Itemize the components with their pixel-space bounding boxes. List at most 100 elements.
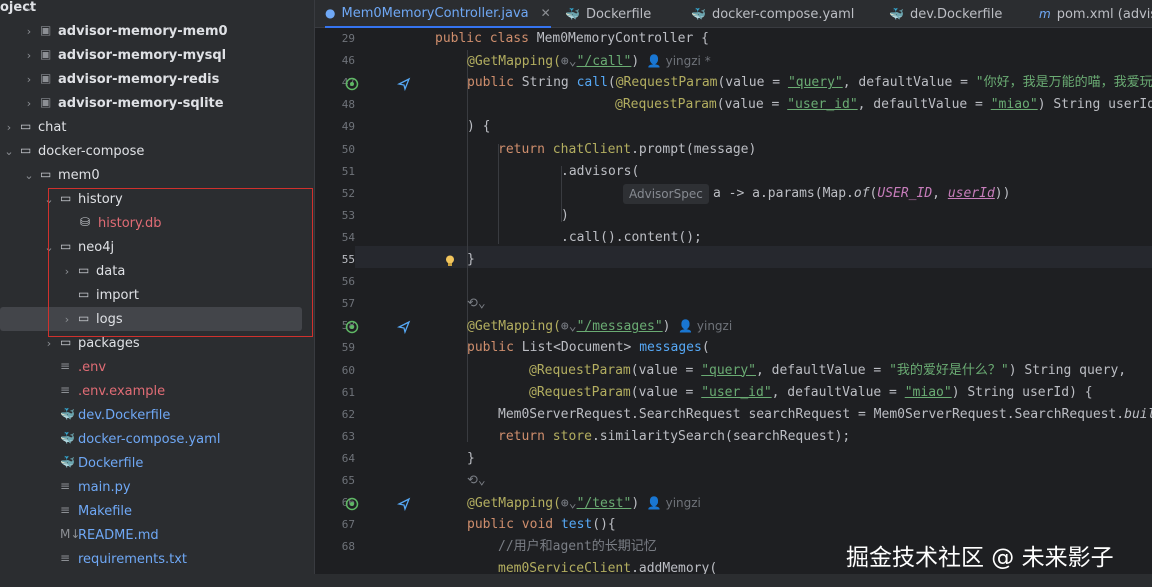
code-line[interactable]: @GetMapping(⊕⌄"/messages") 👤 yingzi xyxy=(467,315,732,337)
code-line[interactable]: @RequestParam(value = "user_id", default… xyxy=(529,382,1093,404)
run-gutter-icon[interactable] xyxy=(345,496,359,511)
module-folder-icon: ▣ xyxy=(40,71,52,85)
code-line[interactable]: public void test(){ xyxy=(467,514,616,536)
code-line[interactable]: public class Mem0MemoryController { xyxy=(435,28,709,50)
code-line[interactable]: //用户和agent的长期记忆 xyxy=(498,536,657,558)
chevron-right-icon[interactable]: › xyxy=(4,121,14,134)
project-header[interactable]: oject ⌄ xyxy=(0,0,314,19)
code-line[interactable]: public List<Document> messages( xyxy=(467,337,710,359)
chevron-right-icon[interactable]: › xyxy=(24,97,34,110)
tree-item[interactable]: › ▣ advisor-memory-mem0 xyxy=(0,19,314,43)
tree-item[interactable]: ≡ main.py xyxy=(0,475,314,499)
tree-item-label: .env xyxy=(78,359,107,375)
tree-item[interactable]: ≡ requirements.txt xyxy=(0,547,314,571)
code-editor[interactable]: ● Mem0MemoryController.java ✕ 🐳 Dockerfi… xyxy=(314,0,1152,587)
chevron-down-icon[interactable]: ⌄ xyxy=(24,169,34,182)
tree-item-label: mem0 xyxy=(58,167,100,183)
tree-item-label: advisor-memory-redis xyxy=(58,71,220,87)
tab-label: Dockerfile xyxy=(585,6,652,22)
line-number: 50 xyxy=(341,142,355,156)
code-line[interactable]: Mem0ServerRequest.SearchRequest searchRe… xyxy=(498,404,1152,426)
tree-item[interactable]: ⌄ ▭ docker-compose xyxy=(0,139,314,163)
code-line[interactable]: @GetMapping(⊕⌄"/call") 👤 yingzi * xyxy=(467,50,711,72)
chevron-right-icon[interactable]: › xyxy=(24,49,34,62)
line-number: 68 xyxy=(341,540,355,554)
line-number: 48 xyxy=(341,98,355,112)
chevron-down-icon[interactable]: ⌄ xyxy=(24,0,35,15)
tree-item[interactable]: › ▭ chat xyxy=(0,115,314,139)
line-number: 59 xyxy=(341,341,355,355)
endpoint-navigate-icon[interactable] xyxy=(397,319,411,335)
tree-item[interactable]: 🐳 Dockerfile xyxy=(0,451,314,475)
chevron-down-icon[interactable]: ⌄ xyxy=(4,145,14,158)
editor-tab-bar: ● Mem0MemoryController.java ✕ 🐳 Dockerfi… xyxy=(315,0,1152,28)
maven-icon: m xyxy=(1039,7,1051,21)
code-line[interactable]: } xyxy=(467,448,475,470)
line-number: 61 xyxy=(341,385,355,399)
code-line[interactable]: @RequestParam(value = "query", defaultVa… xyxy=(529,360,1126,382)
horizontal-scrollbar[interactable] xyxy=(314,574,1152,587)
run-gutter-icon[interactable] xyxy=(345,319,359,334)
tree-item-label: requirements.txt xyxy=(78,551,188,567)
close-icon[interactable]: ✕ xyxy=(541,6,551,20)
tree-item-label: packages xyxy=(78,335,140,351)
tree-item-label: Makefile xyxy=(78,503,133,519)
file-icon: ≡ xyxy=(60,359,71,373)
indent-guide xyxy=(467,50,468,442)
code-line[interactable]: @GetMapping(⊕⌄"/test") 👤 yingzi xyxy=(467,492,701,514)
file-icon: ≡ xyxy=(60,503,71,517)
tab-dev-dockerfile[interactable]: 🐳 dev.Dockerfile xyxy=(889,0,1002,28)
line-number: 65 xyxy=(341,474,355,487)
tree-item[interactable]: ≡ .env xyxy=(0,355,314,379)
code-line[interactable]: a -> a.params(Map.of(USER_ID, userId)) xyxy=(713,183,1010,205)
tree-item-label: Dockerfile xyxy=(78,455,144,471)
file-icon: ≡ xyxy=(60,479,71,493)
tree-item[interactable]: › ▣ advisor-memory-mysql xyxy=(0,43,314,67)
tree-item[interactable]: 🐳 dev.Dockerfile xyxy=(0,403,314,427)
docker-icon: 🐳 xyxy=(60,455,75,469)
code-line[interactable]: ) { xyxy=(467,116,490,138)
tab-docker-compose[interactable]: 🐳 docker-compose.yaml xyxy=(691,0,854,28)
line-number: 49 xyxy=(341,120,355,134)
line-number: 52 xyxy=(341,186,355,200)
tab-pom-xml[interactable]: m pom.xml (advis xyxy=(1039,0,1152,28)
line-number: 55 xyxy=(341,253,355,266)
tree-item[interactable]: 🐳 docker-compose.yaml xyxy=(0,427,314,451)
run-gutter-icon[interactable] xyxy=(345,76,359,91)
tab-mem0memorycontroller[interactable]: ● Mem0MemoryController.java ✕ xyxy=(325,0,551,28)
code-line[interactable]: @RequestParam(value = "user_id", default… xyxy=(615,94,1152,116)
code-line[interactable]: ⟲⌄ xyxy=(467,293,486,315)
line-number: 67 xyxy=(341,518,355,532)
tree-item[interactable]: › ▣ advisor-memory-sqlite xyxy=(0,91,314,115)
docker-icon: 🐳 xyxy=(60,431,75,445)
code-line[interactable]: } xyxy=(467,249,475,271)
code-line[interactable]: return store.similaritySearch(searchRequ… xyxy=(498,426,850,448)
code-line[interactable]: .advisors( xyxy=(561,161,639,183)
code-line[interactable]: ) xyxy=(561,205,569,227)
code-line[interactable]: .call().content(); xyxy=(561,227,702,249)
endpoint-navigate-icon[interactable] xyxy=(397,76,411,92)
tree-item[interactable]: › ▣ advisor-memory-redis xyxy=(0,67,314,91)
tree-item[interactable]: ≡ .env.example xyxy=(0,379,314,403)
chevron-right-icon[interactable]: › xyxy=(44,337,54,350)
folder-icon: ▭ xyxy=(40,167,52,181)
code-line[interactable]: return chatClient.prompt(message) xyxy=(498,139,756,161)
chevron-right-icon[interactable]: › xyxy=(24,73,34,86)
endpoint-navigate-icon[interactable] xyxy=(397,496,411,512)
code-line[interactable]: ⟲⌄ xyxy=(467,470,486,492)
docker-icon: 🐳 xyxy=(565,7,580,21)
inlay-type-hint: AdvisorSpec xyxy=(623,183,709,204)
code-line[interactable]: public String call(@RequestParam(value =… xyxy=(467,72,1152,94)
tree-item[interactable]: ⌄ ▭ mem0 xyxy=(0,163,314,187)
line-number: 51 xyxy=(341,164,355,178)
line-number: 53 xyxy=(341,208,355,222)
tab-label: dev.Dockerfile xyxy=(909,6,1003,22)
line-number: 62 xyxy=(341,407,355,421)
docker-icon: 🐳 xyxy=(60,407,75,421)
chevron-right-icon[interactable]: › xyxy=(24,25,34,38)
lightbulb-icon[interactable] xyxy=(443,253,457,267)
line-number: 63 xyxy=(341,429,355,443)
tree-item[interactable]: M↓ README.md xyxy=(0,523,314,547)
tab-dockerfile[interactable]: 🐳 Dockerfile xyxy=(565,0,651,28)
tree-item[interactable]: ≡ Makefile xyxy=(0,499,314,523)
